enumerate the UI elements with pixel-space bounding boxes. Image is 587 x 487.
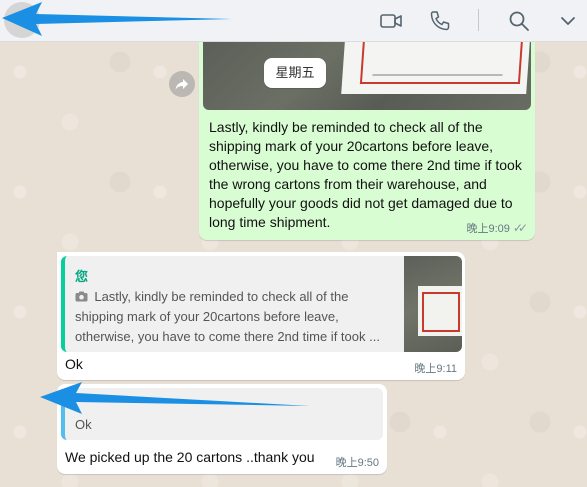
search-icon[interactable] — [507, 9, 531, 33]
phone-icon[interactable] — [428, 9, 452, 33]
photo-print-line — [372, 74, 503, 76]
header-divider — [478, 9, 479, 31]
quote-text-wrap: Lastly, kindly be reminded to check all … — [75, 287, 395, 347]
message-time: 晚上9:11 — [414, 363, 457, 375]
thumb-paper — [418, 286, 462, 336]
quote-thumbnail — [404, 256, 462, 352]
incoming-message[interactable]: 您 Lastly, kindly be reminded to check al… — [57, 252, 465, 380]
quote-sender: 您 — [75, 269, 89, 284]
outgoing-message[interactable]: Lastly, kindly be reminded to check all … — [199, 42, 535, 240]
annotation-arrow-top — [2, 2, 232, 36]
message-image[interactable] — [203, 42, 531, 110]
message-time: 晚上9:09 — [466, 223, 510, 235]
double-check-icon: ✓✓ — [512, 221, 528, 235]
quote-text: Lastly, kindly be reminded to check all … — [75, 289, 380, 344]
forward-icon[interactable] — [169, 71, 195, 97]
chevron-down-icon[interactable] — [556, 9, 580, 33]
message-text: Ok — [65, 356, 83, 372]
message-text: We picked up the 20 cartons ..thank you — [65, 449, 315, 465]
thumb-red-frame — [422, 292, 460, 332]
quoted-message[interactable]: 您 Lastly, kindly be reminded to check al… — [61, 256, 462, 352]
camera-icon — [75, 290, 91, 304]
date-chip: 星期五 — [264, 58, 326, 88]
video-camera-icon[interactable] — [379, 9, 403, 33]
photo-red-frame — [359, 42, 523, 84]
photo-paper — [341, 42, 530, 94]
annotation-arrow-bottom — [40, 382, 310, 414]
message-meta: 晚上9:09 ✓✓ — [466, 220, 528, 236]
quote-text: Ok — [75, 417, 92, 432]
message-text: Lastly, kindly be reminded to check all … — [209, 119, 522, 230]
message-time: 晚上9:50 — [335, 457, 379, 469]
